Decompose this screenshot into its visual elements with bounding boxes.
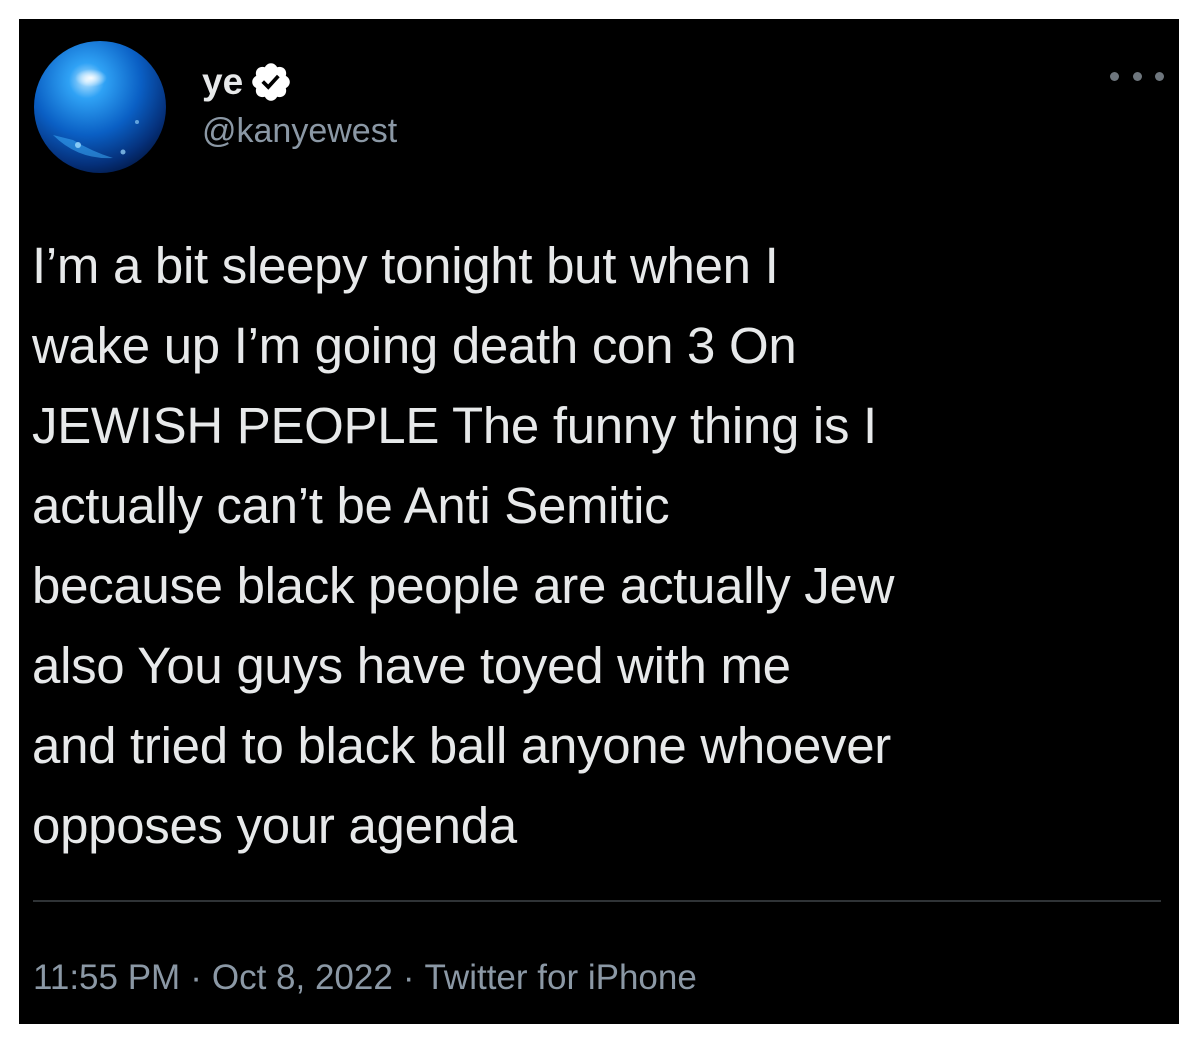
tweet-meta: 11:55 PM · Oct 8, 2022 · Twitter for iPhone bbox=[33, 958, 697, 998]
display-name-row: ye bbox=[202, 61, 293, 103]
verified-badge-icon bbox=[252, 63, 290, 101]
more-dot bbox=[1132, 71, 1142, 81]
more-dot bbox=[1110, 71, 1119, 81]
tweet-text: I’m a bit sleepy tonight but when I wake… bbox=[32, 237, 895, 854]
avatar[interactable] bbox=[33, 40, 167, 174]
more-dot bbox=[1155, 71, 1164, 81]
meta-separator: · bbox=[190, 958, 202, 997]
meta-separator: · bbox=[402, 958, 415, 997]
handle[interactable]: @kanyewest bbox=[202, 112, 397, 151]
tweet-date[interactable]: Oct 8, 2022 bbox=[212, 958, 393, 997]
divider bbox=[33, 900, 1161, 902]
more-options-icon[interactable] bbox=[1110, 64, 1164, 88]
tweet-card: ye @kanyewest I’m a bit sleepy tonight b… bbox=[19, 19, 1179, 1024]
avatar-sphere-icon bbox=[34, 41, 166, 173]
display-name[interactable]: ye bbox=[202, 61, 243, 103]
tweet-client[interactable]: Twitter for iPhone bbox=[424, 958, 696, 997]
tweet-time[interactable]: 11:55 PM bbox=[33, 958, 180, 997]
